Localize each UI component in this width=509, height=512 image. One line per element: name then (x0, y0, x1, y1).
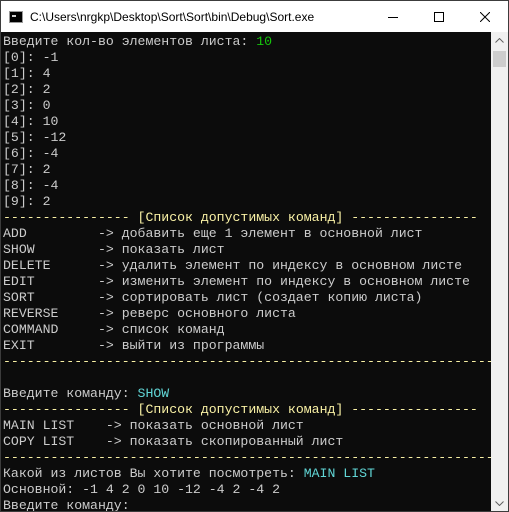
header-dashes-right: ---------------- (343, 402, 478, 417)
command-prompt: Введите команду: (3, 386, 138, 401)
element-line: [9]: 2 (3, 194, 51, 209)
command-line: EXIT -> выйти из программы (3, 338, 265, 353)
show-header-title: [Список допустимых команд] (137, 402, 344, 417)
element-line: [3]: 0 (3, 98, 51, 113)
which-prompt: Какой из листов Вы хотите посмотреть: (3, 466, 304, 481)
scroll-up-button[interactable] (491, 32, 508, 49)
which-prompt-line: Какой из листов Вы хотите посмотреть: MA… (3, 466, 491, 482)
command-line: DELETE -> удалить элемент по индексу в о… (3, 258, 462, 273)
main-list-output: Основной: -1 4 2 0 10 -12 -4 2 -4 2 (3, 482, 280, 497)
commands-header-title: [Список допустимых команд] (137, 210, 344, 225)
show-header: ---------------- [Список допустимых кома… (3, 402, 491, 418)
command-input-value: SHOW (137, 386, 170, 401)
final-prompt-line: Введите команду: (3, 498, 130, 512)
separator-line: ----------------------------------------… (3, 450, 509, 465)
commands-header: ---------------- [Список допустимых кома… (3, 210, 491, 226)
command-line: EDIT -> изменить элемент по индексу в ос… (3, 274, 470, 289)
element-line: [7]: 2 (3, 162, 51, 177)
header-dashes-left: ---------------- (3, 402, 138, 417)
element-line: [5]: -12 (3, 130, 67, 145)
command-line: SORT -> сортировать лист (создает копию … (3, 290, 423, 305)
minimize-icon (388, 16, 398, 18)
element-line: [2]: 2 (3, 82, 51, 97)
separator-line: ----------------------------------------… (3, 354, 509, 369)
element-line: [8]: -4 (3, 178, 59, 193)
window-title: C:\Users\nrgkp\Desktop\Sort\Sort\bin\Deb… (30, 9, 315, 24)
element-line: [6]: -4 (3, 146, 59, 161)
command-line: REVERSE -> реверс основного листа (3, 306, 296, 321)
close-button[interactable] (462, 1, 508, 32)
count-prompt-line: Введите кол-во элементов листа: 10 (3, 34, 491, 50)
console-window: C:\Users\nrgkp\Desktop\Sort\Sort\bin\Deb… (0, 0, 509, 512)
command-prompt-line: Введите команду: SHOW (3, 386, 491, 402)
element-line: [0]: -1 (3, 50, 59, 65)
maximize-icon (434, 11, 444, 22)
vertical-scrollbar[interactable] (491, 32, 508, 511)
header-dashes-left: ---------------- (3, 210, 138, 225)
scroll-down-button[interactable] (491, 495, 508, 511)
header-dashes-right: ---------------- (343, 210, 478, 225)
minimize-button[interactable] (370, 1, 416, 32)
arrow-up-icon (495, 38, 504, 43)
element-line: [4]: 10 (3, 114, 59, 129)
arrow-down-icon (495, 501, 504, 506)
close-icon (480, 11, 490, 22)
scroll-thumb[interactable] (493, 51, 506, 67)
which-input-value: MAIN LIST (303, 466, 375, 481)
show-option-line: COPY LIST -> показать скопированный лист (3, 434, 344, 449)
count-input-value: 10 (256, 34, 273, 49)
maximize-button[interactable] (416, 1, 462, 32)
console-output[interactable]: Введите кол-во элементов листа: 10 [0]: … (1, 32, 509, 512)
command-line: COMMAND -> список команд (3, 322, 225, 337)
console-app-icon[interactable] (9, 10, 23, 23)
command-line: SHOW -> показать лист (3, 242, 225, 257)
element-line: [1]: 4 (3, 66, 51, 81)
show-option-line: MAIN LIST -> показать основной лист (3, 418, 304, 433)
title-bar[interactable]: C:\Users\nrgkp\Desktop\Sort\Sort\bin\Deb… (1, 1, 508, 32)
count-prompt: Введите кол-во элементов листа: (3, 34, 257, 49)
command-line: ADD -> добавить еще 1 элемент в основной… (3, 226, 423, 241)
